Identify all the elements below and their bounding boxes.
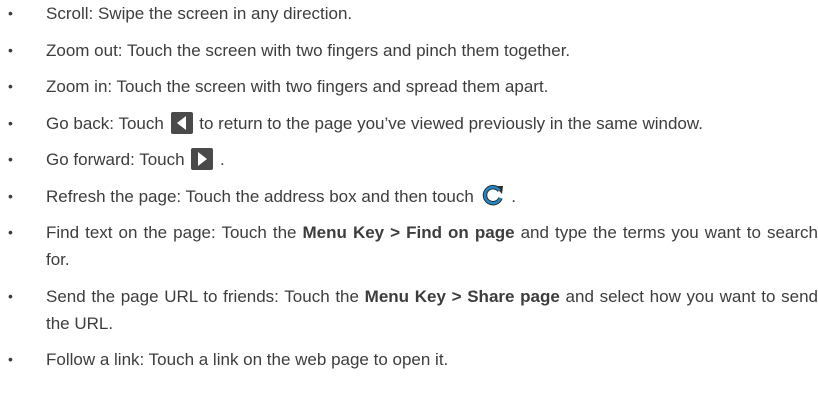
item-text-bold: Menu Key > Find on page	[302, 223, 515, 242]
bullet: •	[8, 41, 13, 58]
list-item-find-text: • Find text on the page: Touch the Menu …	[0, 219, 818, 273]
list-item-share-page: • Send the page URL to friends: Touch th…	[0, 283, 818, 337]
bullet: •	[8, 224, 13, 240]
bullet: •	[8, 5, 13, 21]
item-text-pre: Go back: Touch	[46, 113, 169, 133]
item-text-pre: Send the page URL to friends: Touch the	[46, 286, 365, 306]
item-text: Zoom in: Touch the screen with two finge…	[46, 77, 549, 96]
item-text: Follow a link: Touch a link on the web p…	[46, 350, 449, 369]
item-text-pre: Find text on the page: Touch the	[46, 223, 303, 242]
item-text-post: .	[506, 186, 516, 206]
item-text-post: .	[215, 150, 225, 169]
bullet: •	[8, 151, 13, 167]
instruction-list: • Scroll: Swipe the screen in any direct…	[0, 0, 818, 383]
forward-arrow-icon	[191, 148, 214, 170]
back-arrow-icon	[170, 111, 193, 134]
list-item-zoom-in: • Zoom in: Touch the screen with two fin…	[0, 73, 818, 100]
list-item-go-forward: • Go forward: Touch .	[0, 146, 818, 173]
item-text-pre: Go forward: Touch	[46, 150, 190, 169]
bullet: •	[8, 187, 13, 204]
list-item-zoom-out: • Zoom out: Touch the screen with two fi…	[0, 37, 818, 64]
item-text-post: to return to the page you’ve viewed prev…	[194, 113, 703, 133]
bullet: •	[8, 114, 13, 131]
list-item-follow-link: • Follow a link: Touch a link on the web…	[0, 346, 818, 373]
item-text-bold: Menu Key > Share page	[364, 286, 560, 306]
item-text: Scroll: Swipe the screen in any directio…	[46, 4, 353, 23]
refresh-icon	[480, 182, 505, 207]
list-item-refresh: • Refresh the page: Touch the address bo…	[0, 182, 818, 210]
item-text: Zoom out: Touch the screen with two fing…	[46, 40, 571, 60]
list-item-go-back: • Go back: Touch to return to the page y…	[0, 110, 818, 137]
bullet: •	[8, 78, 13, 94]
bullet: •	[8, 351, 13, 367]
bullet: •	[8, 287, 13, 304]
list-item-scroll: • Scroll: Swipe the screen in any direct…	[0, 0, 818, 27]
item-text-pre: Refresh the page: Touch the address box …	[46, 186, 479, 206]
